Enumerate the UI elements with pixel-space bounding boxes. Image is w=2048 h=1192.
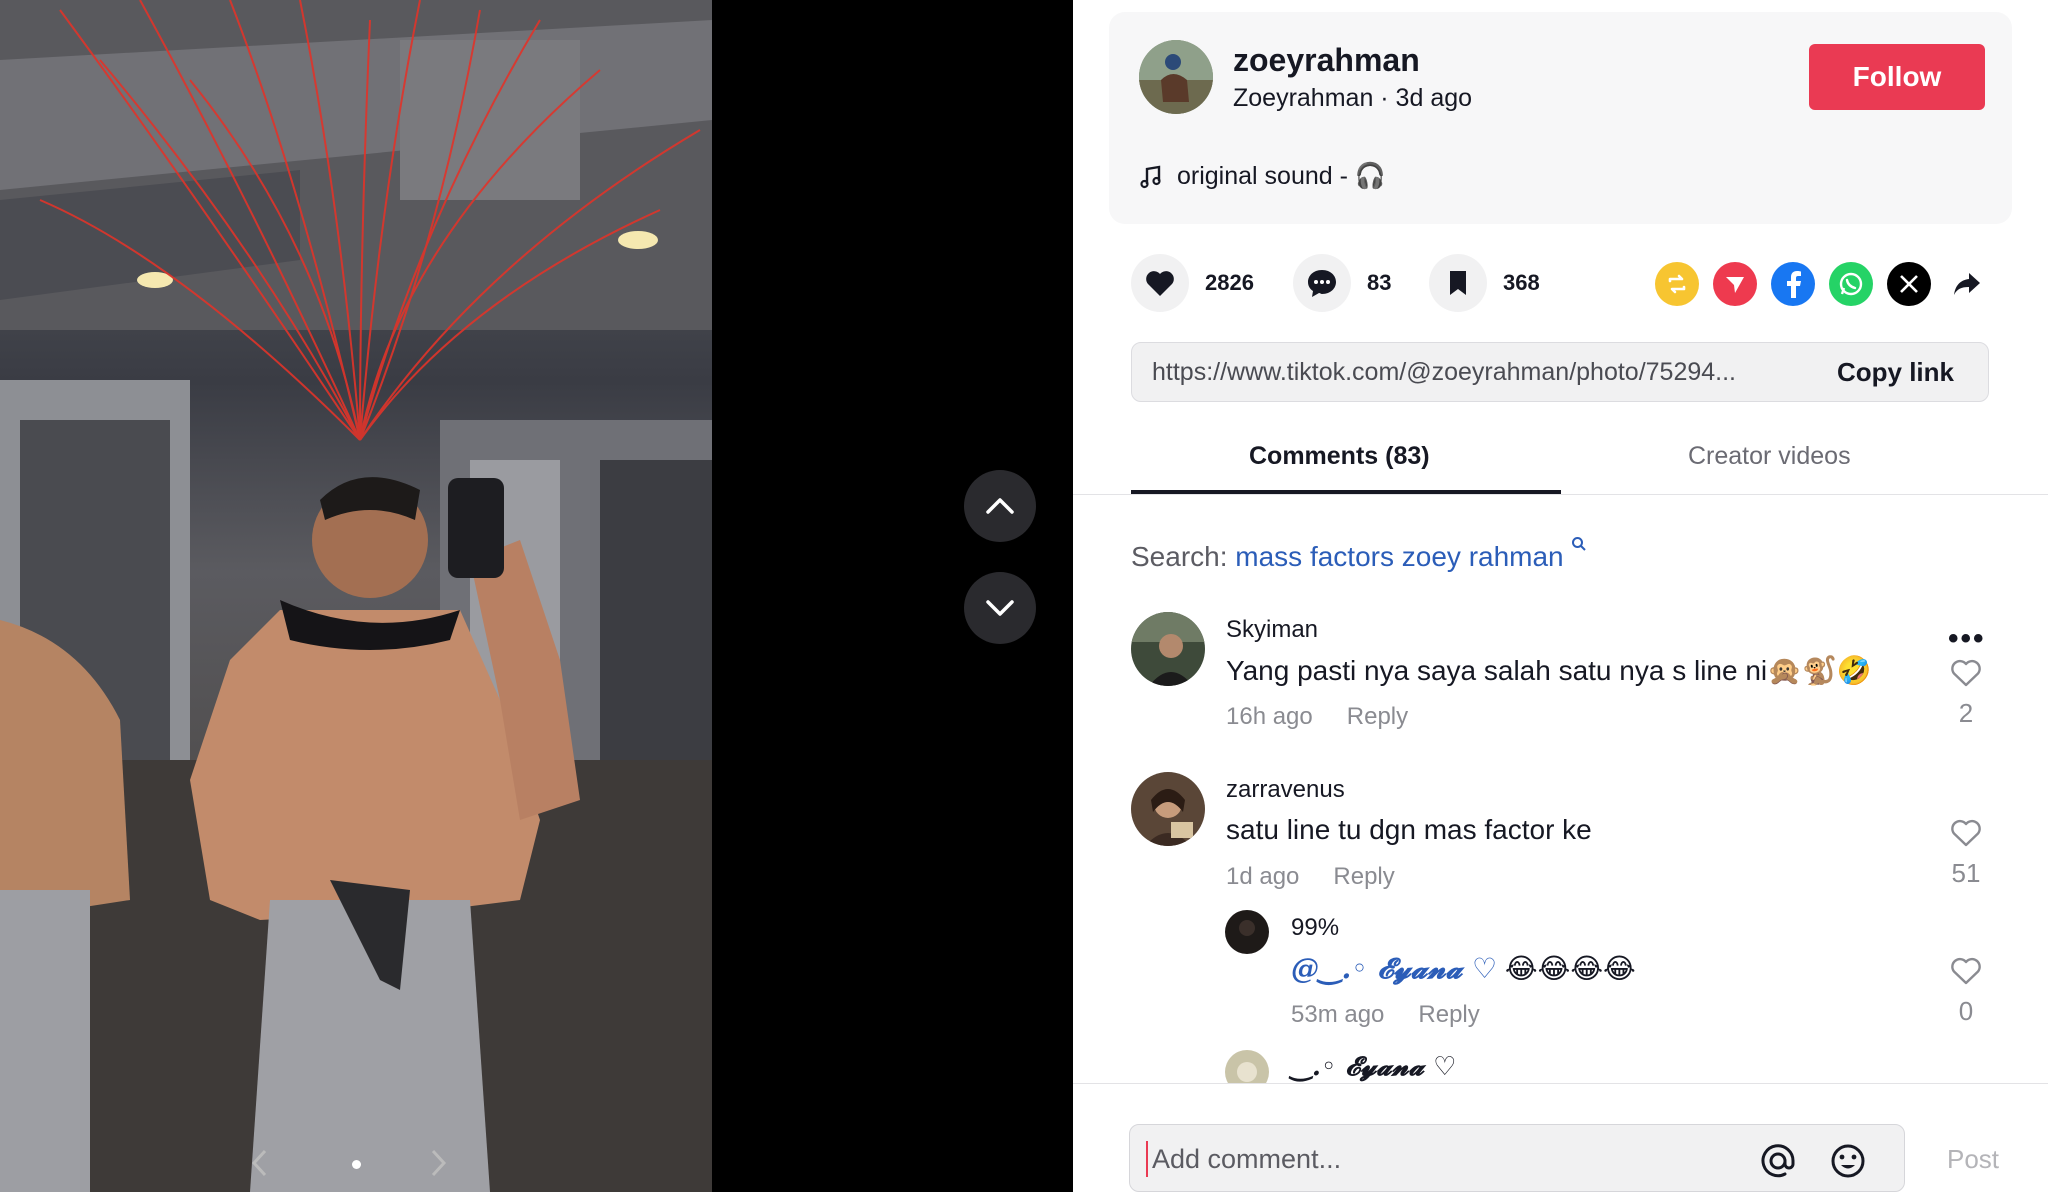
save-count: 368 (1503, 270, 1540, 295)
commenter-avatar[interactable] (1131, 612, 1205, 686)
search-suggestion[interactable]: Search: mass factors zoey rahman (1131, 536, 1587, 573)
reply-text: @‿.◦ 𝓔𝔂𝓪𝓷𝓪 ♡ 😂😂😂😂 (1291, 952, 1636, 986)
send-icon[interactable] (1713, 262, 1757, 306)
photo-indicator-dot[interactable] (352, 1160, 361, 1169)
comment-like-count: 51 (1951, 858, 1981, 888)
post-button[interactable]: Post (1947, 1144, 1999, 1175)
next-post-button[interactable] (964, 572, 1036, 644)
reply-button[interactable]: Reply (1418, 1001, 1479, 1028)
reply-author[interactable]: ‿.◦ 𝓔𝔂𝓪𝓷𝓪 ♡ (1291, 1052, 1456, 1083)
reply-avatar[interactable] (1225, 1050, 1269, 1083)
comment-meta: 16h ago Reply (1226, 703, 1408, 731)
comment-meta: 1d ago Reply (1226, 863, 1395, 891)
heart-outline-icon (1951, 957, 1981, 985)
reply-time: 53m ago (1291, 1001, 1385, 1028)
reply-meta: 53m ago Reply (1291, 1001, 1480, 1029)
mention-icon[interactable] (1758, 1141, 1798, 1181)
emoji-icon[interactable] (1828, 1141, 1868, 1181)
bookmark-icon (1450, 271, 1466, 295)
reply-body: 😂😂😂😂 (1497, 953, 1636, 984)
share-arrow-icon[interactable] (1945, 262, 1989, 306)
comment-count: 83 (1367, 270, 1392, 295)
heart-outline-icon (1951, 819, 1981, 847)
tab-divider (1073, 494, 2048, 495)
reply-button[interactable]: Reply (1333, 863, 1394, 890)
music-row[interactable]: original sound - 🎧 (1139, 162, 1386, 191)
like-action[interactable]: 2826 (1131, 254, 1254, 312)
photo-prev-icon[interactable] (250, 1148, 280, 1182)
comment-action[interactable]: 83 (1293, 254, 1391, 312)
repost-icon[interactable] (1655, 262, 1699, 306)
author-display-line: Zoeyrahman · 3d ago (1233, 84, 1473, 112)
copy-link-button[interactable]: Copy link (1837, 357, 1954, 388)
gym-photo-illustration (0, 0, 712, 1192)
chevron-up-icon (986, 498, 1014, 514)
comment-time: 1d ago (1226, 863, 1300, 890)
search-icon (1572, 537, 1587, 551)
input-divider (1073, 1083, 2048, 1084)
post-url[interactable]: https://www.tiktok.com/@zoeyrahman/photo… (1152, 358, 1792, 387)
author-username[interactable]: zoeyrahman (1233, 42, 1420, 79)
reply-like-button[interactable]: 0 (1936, 956, 1996, 1027)
comment-like-button[interactable]: 2 (1936, 658, 1996, 729)
reply-like-count: 0 (1958, 996, 1974, 1026)
comment-bubble-icon (1308, 270, 1336, 297)
search-label: Search: (1131, 541, 1228, 572)
comment-time: 16h ago (1226, 703, 1313, 730)
author-avatar[interactable] (1139, 40, 1213, 114)
music-title: original sound - 🎧 (1177, 162, 1387, 190)
chevron-down-icon (986, 600, 1014, 616)
comment-like-button[interactable]: 51 (1936, 818, 1996, 889)
facebook-icon[interactable] (1771, 262, 1815, 306)
post-photo (0, 0, 712, 1192)
reply-partial: ‿.◦ 𝓔𝔂𝓪𝓷𝓪 ♡ (1073, 1040, 2048, 1083)
comment-author[interactable]: Skyiman (1226, 616, 1318, 644)
heart-icon (1146, 271, 1174, 296)
follow-button[interactable]: Follow (1809, 44, 1985, 110)
photo-next-icon[interactable] (430, 1148, 460, 1182)
music-note-icon (1140, 165, 1161, 188)
reply-button[interactable]: Reply (1347, 703, 1408, 730)
media-viewer (0, 0, 1073, 1192)
save-action[interactable]: 368 (1429, 254, 1540, 312)
like-count: 2826 (1205, 270, 1254, 295)
comment-like-count: 2 (1958, 698, 1974, 728)
author-card: zoeyrahman Zoeyrahman · 3d ago Follow or… (1109, 12, 2012, 224)
detail-panel: zoeyrahman Zoeyrahman · 3d ago Follow or… (1073, 0, 2048, 1192)
comment-author[interactable]: zarravenus (1226, 776, 1345, 804)
reply-author[interactable]: 99% (1291, 914, 1339, 942)
previous-post-button[interactable] (964, 470, 1036, 542)
more-options-icon[interactable]: ••• (1948, 622, 1986, 656)
link-box: https://www.tiktok.com/@zoeyrahman/photo… (1131, 342, 1989, 402)
comment-text: Yang pasti nya saya salah satu nya s lin… (1226, 655, 1872, 686)
comment-input-box (1129, 1124, 1905, 1192)
reply-mention[interactable]: @‿.◦ 𝓔𝔂𝓪𝓷𝓪 ♡ (1291, 952, 1497, 985)
comment-text: satu line tu dgn mas factor ke (1226, 814, 1592, 845)
tab-comments[interactable]: Comments (83) (1249, 442, 1430, 471)
tab-creator-videos[interactable]: Creator videos (1688, 442, 1851, 471)
heart-outline-icon (1951, 659, 1981, 687)
comment-input[interactable] (1146, 1141, 1726, 1177)
x-icon[interactable] (1887, 262, 1931, 306)
reply-avatar[interactable] (1225, 910, 1269, 954)
commenter-avatar[interactable] (1131, 772, 1205, 846)
whatsapp-icon[interactable] (1829, 262, 1873, 306)
search-term[interactable]: mass factors zoey rahman (1235, 541, 1563, 572)
